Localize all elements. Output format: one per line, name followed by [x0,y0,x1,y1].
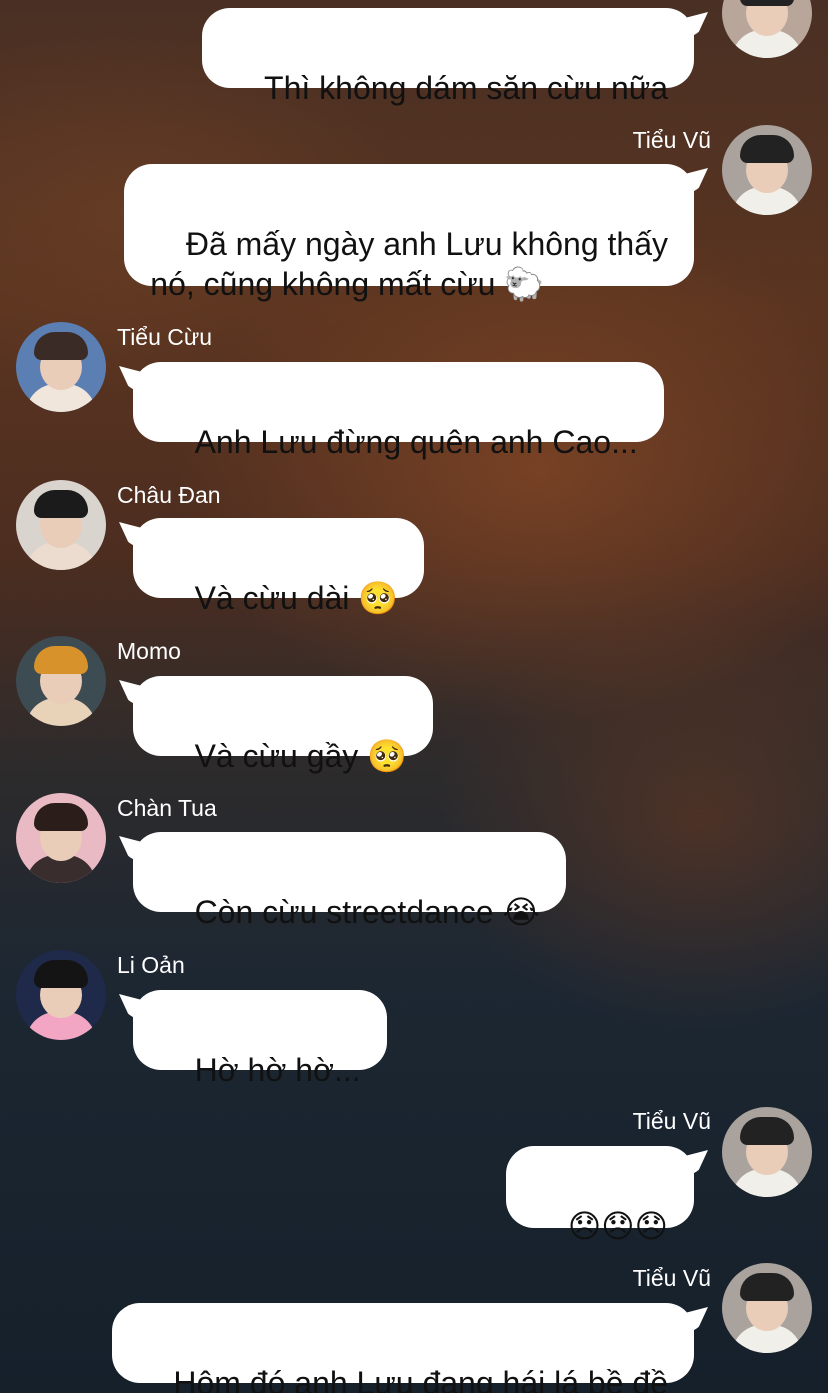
message-text: Anh Lưu đừng quên anh Cao... [194,424,638,460]
sender-name: Tiểu Vũ [632,127,711,153]
avatar[interactable] [722,125,812,215]
avatar[interactable] [722,1263,812,1353]
avatar[interactable] [16,950,106,1040]
message-text: Còn cừu streetdance 😭 [194,894,540,930]
disappointed-face-icon: 😞😞😞 [567,1207,668,1245]
message-text: Đã mấy ngày anh Lưu không thấy nó, cũng … [150,226,668,302]
message-bubble[interactable]: 😞😞😞 [506,1146,694,1245]
message-text: Thì không dám săn cừu nữa [264,70,668,106]
sender-name: Chàn Tua [117,795,217,821]
message-text: Hờ hờ hờ... [194,1052,361,1088]
message-text: Hôm đó anh Lưu đang hái lá bề đề [173,1365,668,1393]
message-bubble[interactable]: Và cừu dài 🥺 [133,518,425,616]
message-bubble[interactable]: Còn cừu streetdance 😭 [133,832,566,930]
avatar[interactable] [16,636,106,726]
sender-name: Tiểu Cừu [117,324,213,350]
avatar[interactable] [16,322,106,412]
message-text: Và cừu dài 🥺 [194,580,399,616]
sender-name: Châu Đan [117,482,221,508]
sender-name: Momo [117,638,181,664]
avatar[interactable] [16,793,106,883]
message-bubble[interactable]: Hôm đó anh Lưu đang hái lá bề đề [111,1303,694,1393]
message-bubble[interactable]: Hờ hờ hờ... [133,990,387,1088]
message-bubble[interactable]: Thì không dám săn cừu nữa [202,8,694,106]
message-bubble[interactable]: Đã mấy ngày anh Lưu không thấy nó, cũng … [124,164,694,302]
avatar[interactable] [722,1107,812,1197]
sender-name: Li Oản [117,952,185,978]
message-bubble[interactable]: Anh Lưu đừng quên anh Cao... [133,362,664,460]
avatar[interactable] [722,0,812,58]
message-text: Và cừu gầy 🥺 [194,738,408,774]
sender-name: Tiểu Vũ [632,1108,711,1134]
avatar[interactable] [16,480,106,570]
message-bubble[interactable]: Và cừu gầy 🥺 [133,676,434,774]
sender-name: Tiểu Vũ [632,1265,711,1291]
